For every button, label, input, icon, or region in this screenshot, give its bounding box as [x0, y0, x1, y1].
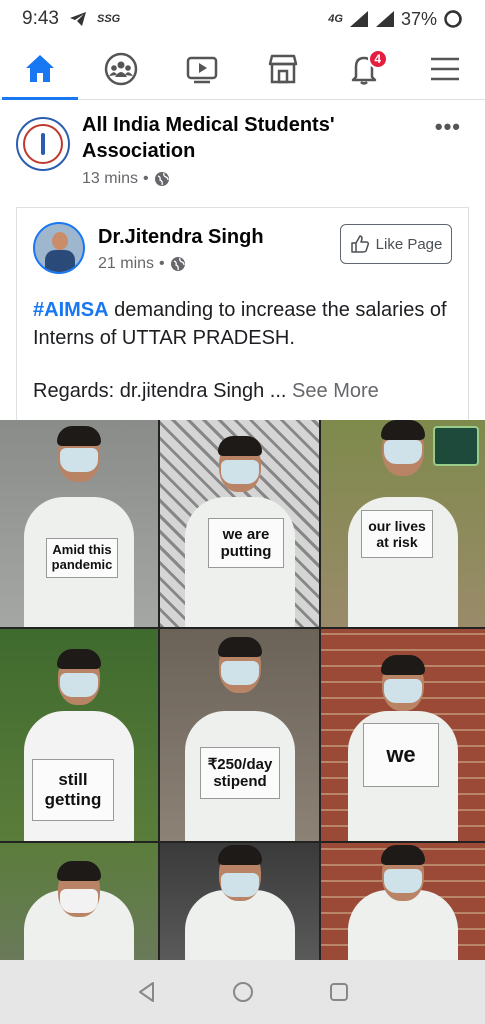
photo-5[interactable]: ₹250/day stipend	[160, 629, 319, 841]
video-icon	[186, 56, 218, 83]
photo-3[interactable]: our lives at risk	[321, 420, 485, 627]
nav-notifications[interactable]: 4	[334, 39, 394, 99]
thumbs-up-icon	[350, 235, 369, 253]
photo-4[interactable]: still getting	[0, 629, 158, 841]
avatar[interactable]	[33, 222, 85, 274]
groups-icon	[104, 52, 138, 85]
nav-groups[interactable]	[91, 39, 151, 99]
see-more-link[interactable]: See More	[292, 380, 379, 402]
status-bar: 9:43 SSG 4G 37%	[0, 0, 485, 38]
protest-sign: we are putting	[208, 518, 284, 568]
home-circle-icon[interactable]	[231, 980, 255, 1004]
protest-sign: ₹250/day stipend	[200, 747, 280, 799]
hamburger-icon	[430, 57, 459, 80]
photo-6[interactable]: we	[321, 629, 485, 841]
nav-menu[interactable]	[415, 39, 475, 99]
post-header: All India Medical Students' Association …	[16, 112, 471, 192]
photo-8[interactable]	[160, 843, 319, 960]
hashtag-link[interactable]: #AIMSA	[33, 299, 109, 321]
regards-line: Regards: dr.jitendra Singh ... See More	[33, 380, 463, 403]
protest-sign: still getting	[32, 759, 114, 821]
shared-author[interactable]: Dr.Jitendra Singh	[98, 226, 264, 249]
battery-level: 37%	[400, 8, 437, 29]
post-options-button[interactable]: •••	[435, 114, 461, 140]
telegram-icon	[69, 12, 86, 26]
protest-sign: we	[363, 723, 439, 787]
photo-7[interactable]	[0, 843, 158, 960]
nav-marketplace[interactable]	[253, 39, 313, 99]
watermark-logo-icon	[433, 426, 479, 466]
globe-icon	[154, 172, 169, 186]
status-time: 9:43	[22, 8, 59, 29]
post-meta: 13 mins •	[82, 170, 170, 188]
post-time[interactable]: 13 mins	[82, 170, 138, 188]
photo-2[interactable]: we are putting	[160, 420, 319, 627]
signal-icon	[349, 11, 368, 27]
globe-icon	[170, 257, 185, 271]
top-nav: 4	[0, 38, 485, 100]
protest-sign: Amid this pandemic	[46, 538, 118, 578]
photo-1[interactable]: Amid this pandemic	[0, 420, 158, 627]
photo-grid[interactable]: Amid this pandemic we are putting our li…	[0, 420, 485, 960]
battery-icon	[444, 10, 462, 28]
shared-post: Dr.Jitendra Singh 21 mins • Like Page #A…	[16, 207, 469, 420]
protest-sign: our lives at risk	[361, 510, 433, 558]
like-page-button[interactable]: Like Page	[340, 224, 452, 264]
nav-home[interactable]	[2, 39, 79, 100]
shared-time[interactable]: 21 mins	[98, 255, 154, 273]
signal-icon-2	[375, 11, 394, 27]
notification-badge: 4	[367, 48, 388, 69]
system-nav-bar	[0, 960, 485, 1024]
back-icon[interactable]	[135, 980, 159, 1004]
store-icon	[268, 54, 298, 83]
shared-meta: 21 mins •	[98, 255, 186, 273]
recents-icon[interactable]	[327, 980, 351, 1004]
org-logo-icon	[23, 124, 63, 164]
avatar[interactable]	[16, 117, 70, 171]
like-page-label: Like Page	[375, 235, 443, 253]
home-icon	[26, 54, 55, 82]
photo-9[interactable]	[321, 843, 485, 960]
post-body: #AIMSA demanding to increase the salarie…	[33, 296, 453, 352]
nav-watch[interactable]	[172, 39, 232, 99]
regards-text: Regards: dr.jitendra Singh ...	[33, 380, 287, 402]
post-author[interactable]: All India Medical Students' Association	[82, 112, 412, 164]
network-type: 4G	[328, 13, 343, 25]
carrier-mark: SSG	[96, 13, 121, 25]
